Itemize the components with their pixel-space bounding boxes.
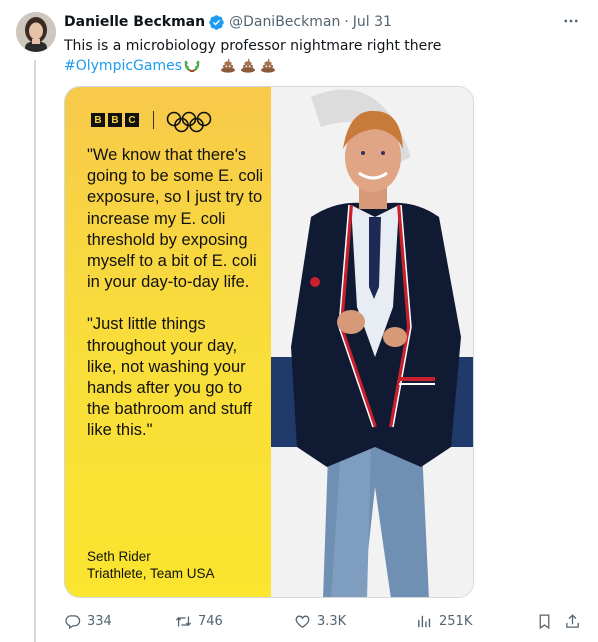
attribution-name: Seth Rider (87, 549, 151, 564)
poop-icon (260, 57, 276, 73)
repost-icon (175, 616, 192, 626)
tweet-body: This is a microbiology professor nightma… (64, 38, 442, 54)
bbc-letter: B (108, 113, 122, 127)
tweet-header: Danielle Beckman @DaniBeckman · Jul 31 (64, 12, 582, 32)
quote-card: B B C "We know that there's going to be … (65, 87, 271, 597)
separator-dot: · (344, 14, 349, 30)
share-icon (566, 613, 579, 628)
quote-text: "We know that there's going to be some E… (87, 145, 265, 463)
share-button[interactable] (564, 610, 581, 632)
repost-button[interactable]: 746 (175, 610, 223, 632)
attribution: Seth Rider Triathlete, Team USA (87, 549, 215, 582)
avatar[interactable] (16, 12, 56, 52)
author-name[interactable]: Danielle Beckman (64, 14, 205, 30)
heart-icon (295, 615, 310, 628)
logo-divider (153, 111, 154, 129)
poop-icon (240, 57, 256, 73)
author-handle[interactable]: @DaniBeckman (229, 14, 340, 30)
quote-paragraph-2: "Just little things throughout your day,… (87, 315, 252, 440)
timestamp[interactable]: Jul 31 (353, 14, 392, 30)
reply-button[interactable]: 334 (64, 610, 112, 632)
media-image[interactable]: B B C "We know that there's going to be … (64, 86, 474, 598)
laurel-wreath-icon (184, 57, 200, 73)
quote-paragraph-1: "We know that there's going to be some E… (87, 146, 264, 292)
repost-count: 746 (198, 613, 223, 629)
attribution-role: Triathlete, Team USA (87, 565, 215, 581)
hashtag-link[interactable]: #OlympicGames (64, 58, 182, 74)
action-bar: 334 746 3.3K 251K (64, 610, 584, 632)
poop-icon (220, 57, 236, 73)
bbc-logo: B B C (91, 113, 139, 127)
bbc-letter: C (125, 113, 139, 127)
athlete-photo (271, 87, 473, 597)
like-button[interactable]: 3.3K (294, 610, 346, 632)
like-count: 3.3K (317, 613, 347, 629)
thread-line (34, 60, 36, 642)
poop-emojis (220, 57, 276, 73)
reply-count: 334 (87, 613, 112, 629)
bookmark-icon (539, 613, 550, 629)
view-count: 251K (439, 613, 473, 629)
tweet-text: This is a microbiology professor nightma… (64, 36, 582, 76)
olympic-rings-icon (166, 111, 212, 133)
views-button[interactable]: 251K (416, 610, 472, 632)
reply-icon (65, 614, 81, 629)
verified-badge-icon (208, 14, 225, 31)
analytics-icon (418, 615, 431, 627)
more-options-icon[interactable] (560, 10, 582, 32)
bbc-letter: B (91, 113, 105, 127)
bookmark-button[interactable] (536, 610, 553, 632)
